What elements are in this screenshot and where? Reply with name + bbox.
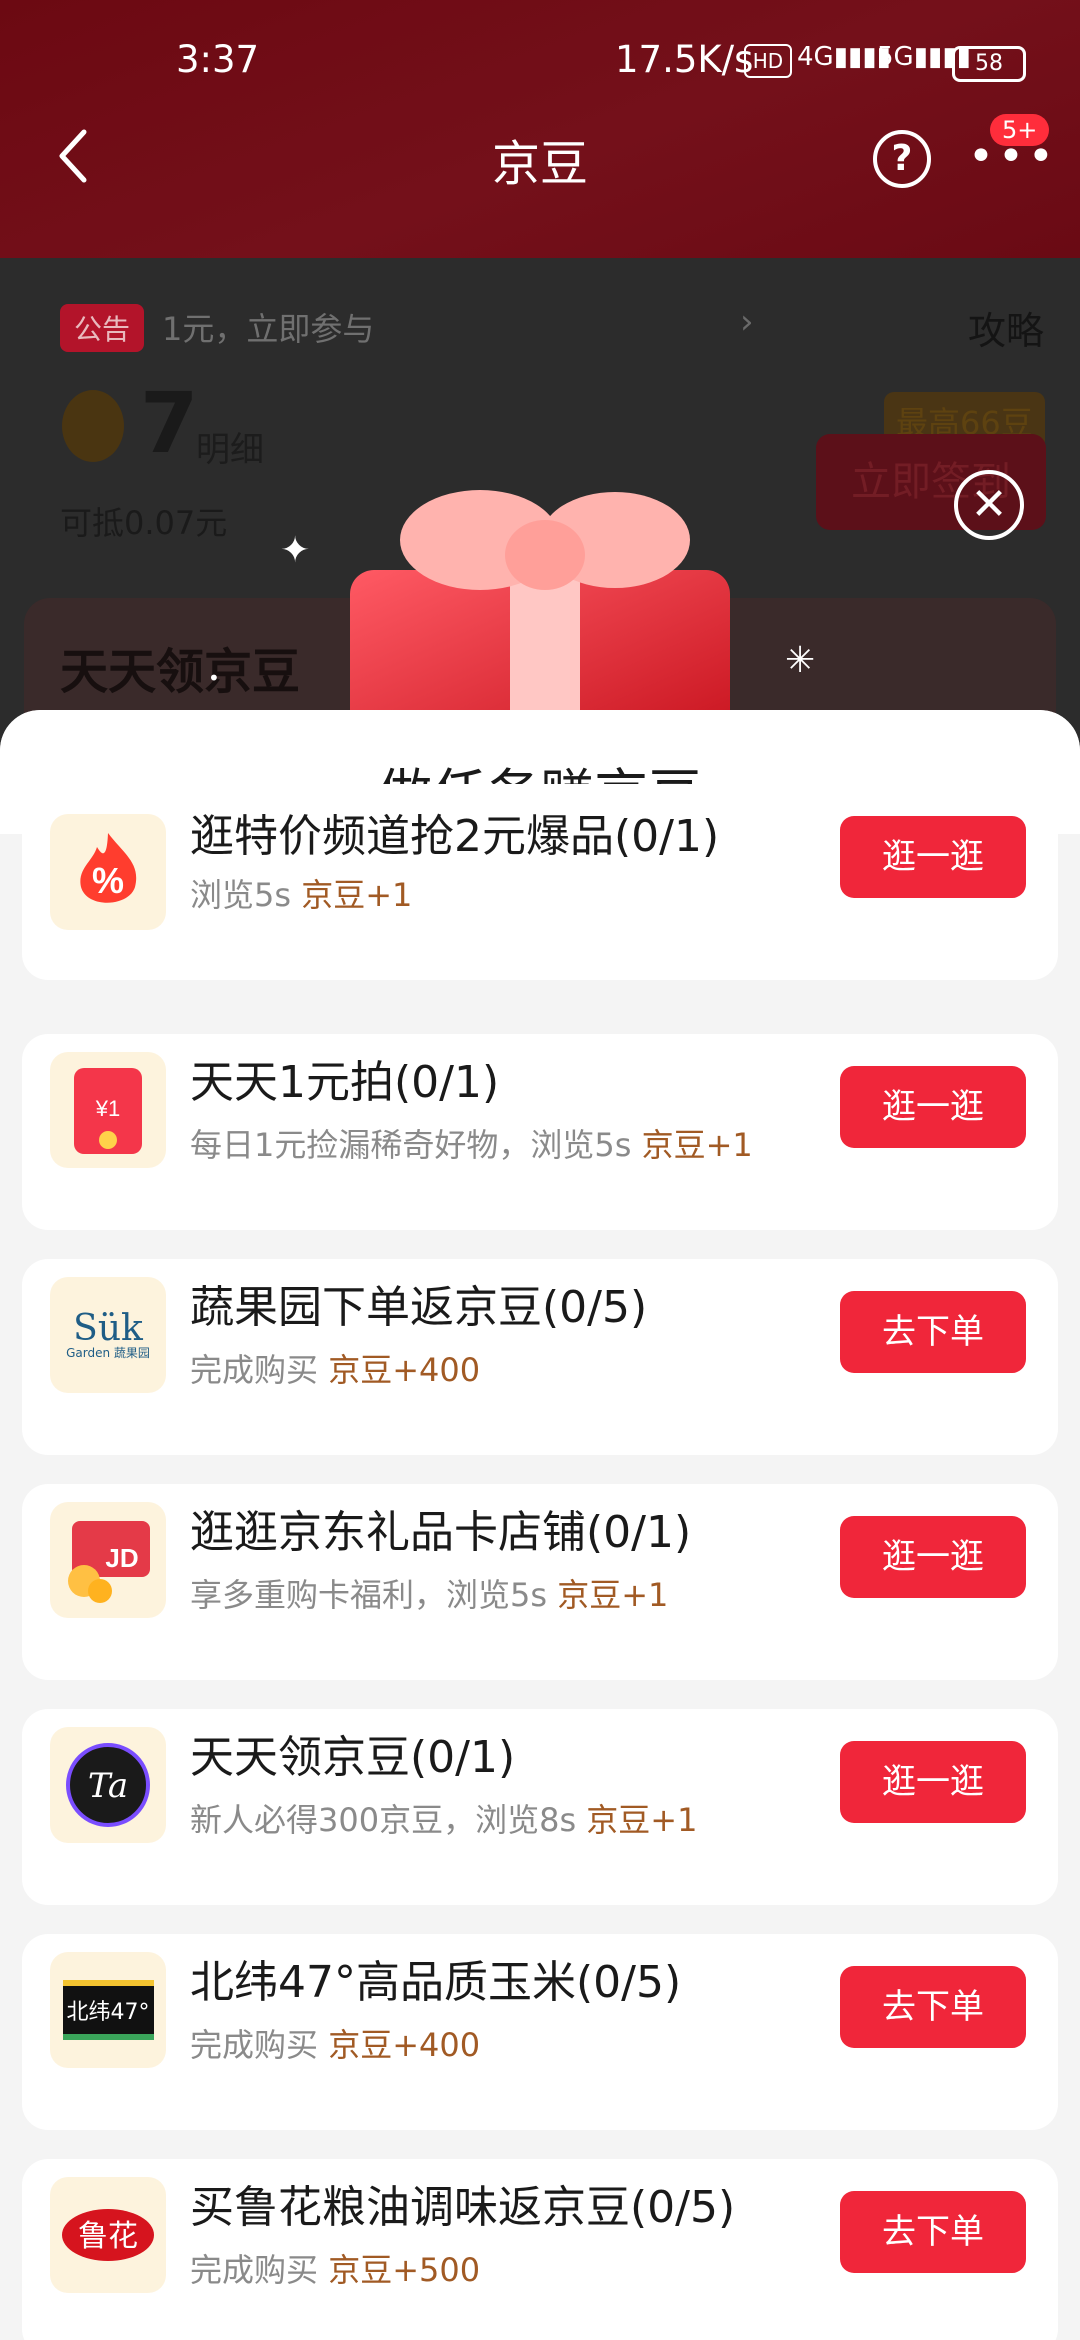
task-desc: 每日1元捡漏稀奇好物，浏览5s 京豆+1 <box>190 1126 753 1164</box>
network-speed: 17.5K/s <box>615 38 754 81</box>
deduct-value: 可抵0.07元 <box>60 504 228 542</box>
task-title: 北纬47°高品质玉米(0/5) <box>190 1957 682 2008</box>
svg-text:%: % <box>92 860 124 901</box>
task-title: 逛特价频道抢2元爆品(0/1) <box>190 811 720 862</box>
notice-tag: 公告 <box>60 304 145 352</box>
detail-link[interactable]: 明细 <box>196 422 264 471</box>
task-desc: 完成购买 京豆+400 <box>190 2026 481 2064</box>
task-title: 蔬果园下单返京豆(0/5) <box>190 1282 648 1333</box>
svg-text:鲁花: 鲁花 <box>78 2219 138 2254</box>
strategy-link[interactable]: 攻略 <box>968 300 1044 355</box>
task-desc: 享多重购卡福利，浏览5s 京豆+1 <box>190 1576 669 1614</box>
task-card: 鲁花 买鲁花粮油调味返京豆(0/5) 完成购买 京豆+500 去下单 <box>22 2159 1058 2340</box>
task-action-button[interactable]: 去下单 <box>840 1966 1026 2048</box>
task-action-button[interactable]: 去下单 <box>840 2191 1026 2273</box>
sparkle-icon: • <box>208 666 220 690</box>
battery-icon: 58 <box>952 46 1026 82</box>
svg-text:Ta: Ta <box>88 1766 128 1806</box>
fire-percent-icon: % <box>50 814 166 930</box>
task-card: Ta 天天领京豆(0/1) 新人必得300京豆，浏览8s 京豆+1 逛一逛 <box>22 1709 1058 1905</box>
task-card: ¥1 天天1元拍(0/1) 每日1元捡漏稀奇好物，浏览5s 京豆+1 逛一逛 <box>22 1034 1058 1230</box>
sparkle-icon: ✦ <box>280 530 311 571</box>
gift-box-icon <box>350 490 730 730</box>
svg-text:JD: JD <box>105 1543 138 1573</box>
task-desc: 完成购买 京豆+400 <box>190 1351 481 1389</box>
task-action-button[interactable]: 逛一逛 <box>840 1516 1026 1598</box>
red-envelope-icon: ¥1 <box>50 1052 166 1168</box>
more-icon[interactable]: ••• <box>968 135 1058 179</box>
help-icon[interactable]: ? <box>873 130 931 188</box>
sparkle-icon: ✳ <box>785 640 816 681</box>
task-title: 天天1元拍(0/1) <box>190 1057 500 1108</box>
chevron-right-icon: › <box>740 302 754 342</box>
status-time: 3:37 <box>176 38 260 81</box>
task-sheet: 做任务赚京豆 % 逛特价频道抢2元爆品(0/1) 浏览5s 京豆+1 逛一逛 ¥… <box>0 710 1080 2340</box>
notice-text[interactable]: 1元，立即参与 <box>162 304 374 350</box>
task-desc: 新人必得300京豆，浏览8s 京豆+1 <box>190 1801 698 1839</box>
task-title: 天天领京豆(0/1) <box>190 1732 516 1783</box>
task-action-button[interactable]: 逛一逛 <box>840 1741 1026 1823</box>
jd-giftcard-icon: JD <box>50 1502 166 1618</box>
task-desc: 完成购买 京豆+500 <box>190 2251 481 2289</box>
task-title: 逛逛京东礼品卡店铺(0/1) <box>190 1507 692 1558</box>
top-header: 3:37 17.5K/s HD 4G▮▮▮▮ 5G▮▮▮▮ 58 京豆 ? ••… <box>0 0 1080 258</box>
bean-count: 7 <box>140 374 199 472</box>
notification-badge: 5+ <box>990 114 1050 146</box>
background-card-title: 天天领京豆 <box>60 644 301 700</box>
task-card: JD 逛逛京东礼品卡店铺(0/1) 享多重购卡福利，浏览5s 京豆+1 逛一逛 <box>22 1484 1058 1680</box>
close-icon[interactable]: ✕ <box>954 470 1024 540</box>
task-desc: 浏览5s 京豆+1 <box>190 876 413 914</box>
luhua-logo: 鲁花 <box>50 2177 166 2293</box>
beiwei47-logo: 北纬47° <box>50 1952 166 2068</box>
svg-text:¥1: ¥1 <box>95 1096 120 1121</box>
task-card: 北纬47° 北纬47°高品质玉米(0/5) 完成购买 京豆+400 去下单 <box>22 1934 1058 2130</box>
status-bar: 3:37 17.5K/s HD 4G▮▮▮▮ 5G▮▮▮▮ 58 <box>0 38 1080 88</box>
bean-icon <box>62 390 124 462</box>
task-card: Sük Garden 蔬果园 蔬果园下单返京豆(0/5) 完成购买 京豆+400… <box>22 1259 1058 1455</box>
sukgarden-logo: Sük Garden 蔬果园 <box>50 1277 166 1393</box>
task-card: % 逛特价频道抢2元爆品(0/1) 浏览5s 京豆+1 逛一逛 <box>22 784 1058 980</box>
ta-logo: Ta <box>50 1727 166 1843</box>
task-title: 买鲁花粮油调味返京豆(0/5) <box>190 2182 736 2233</box>
task-action-button[interactable]: 逛一逛 <box>840 1066 1026 1148</box>
hd-icon: HD <box>744 44 792 78</box>
task-action-button[interactable]: 逛一逛 <box>840 816 1026 898</box>
task-action-button[interactable]: 去下单 <box>840 1291 1026 1373</box>
